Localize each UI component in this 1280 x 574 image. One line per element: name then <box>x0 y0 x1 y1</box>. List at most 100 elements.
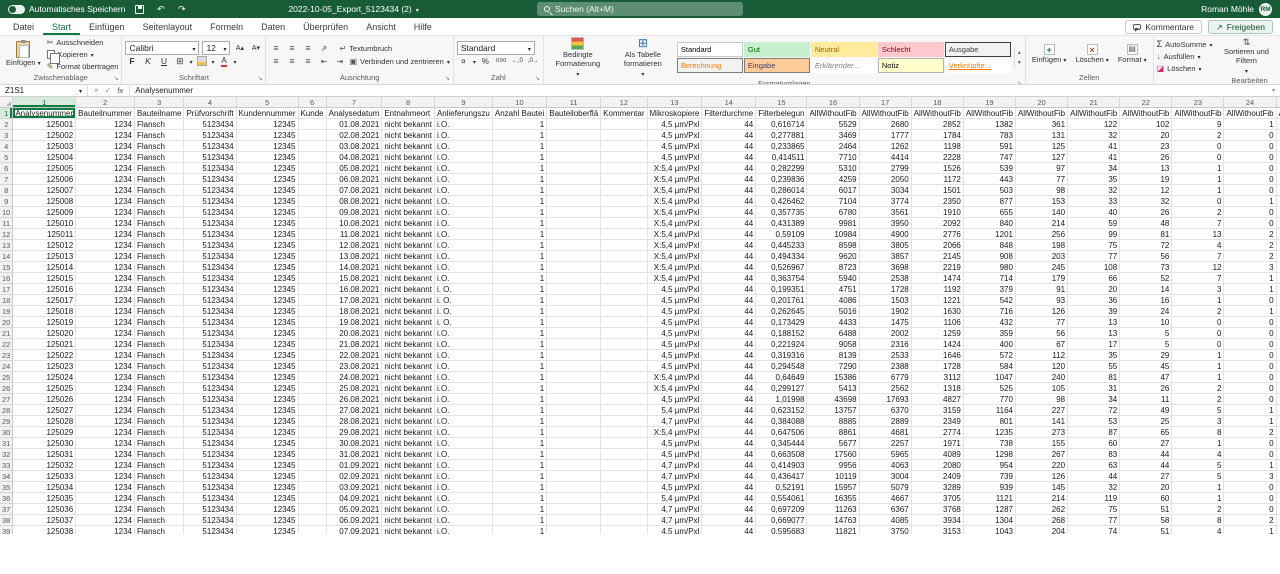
undo-button[interactable] <box>154 3 167 16</box>
cell[interactable]: 145 <box>1016 482 1068 493</box>
cell[interactable]: 2799 <box>860 163 912 174</box>
cell[interactable]: i.O. <box>435 449 493 460</box>
cell[interactable]: 1 <box>1172 163 1224 174</box>
cell[interactable]: 5123434 <box>184 526 236 534</box>
cell[interactable]: 1 <box>493 405 547 416</box>
cell[interactable]: 125031 <box>13 449 76 460</box>
cell[interactable]: 0 <box>1277 295 1280 306</box>
cell[interactable]: 6367 <box>860 504 912 515</box>
cell[interactable]: nicht bekannt <box>382 482 435 493</box>
cell[interactable]: Flansch <box>135 152 184 163</box>
cell[interactable]: 2 <box>1172 130 1224 141</box>
cell[interactable]: 58 <box>1120 515 1172 526</box>
cell[interactable]: 1474 <box>912 273 964 284</box>
cell[interactable]: 22.08.2021 <box>327 350 383 361</box>
cell[interactable] <box>299 262 327 273</box>
cell[interactable] <box>299 515 327 526</box>
cell[interactable]: 1201 <box>964 229 1016 240</box>
cell[interactable]: 47 <box>1120 372 1172 383</box>
cell[interactable]: AllWithoutFib <box>912 108 964 119</box>
cell[interactable]: 1 <box>493 119 547 130</box>
cell[interactable]: 4,5 µm/Pxl <box>648 141 703 152</box>
cell[interactable]: i.O. <box>435 394 493 405</box>
conditional-formatting-button[interactable]: Bedingte Formatierung <box>547 37 609 79</box>
cell[interactable]: 1 <box>493 207 547 218</box>
cell[interactable]: 125032 <box>13 460 76 471</box>
cell[interactable]: 12345 <box>237 427 299 438</box>
dialog-launcher-icon[interactable] <box>535 73 540 82</box>
cell[interactable]: 0,239836 <box>756 174 807 185</box>
cell[interactable]: Flansch <box>135 119 184 130</box>
cell[interactable]: 4,5 µm/Pxl <box>648 295 703 306</box>
cell[interactable]: 29.08.2021 <box>327 427 383 438</box>
row-header[interactable]: 30 <box>0 427 13 438</box>
cell[interactable]: 542 <box>964 295 1016 306</box>
cell[interactable]: 1382 <box>964 119 1016 130</box>
cell[interactable]: 908 <box>964 251 1016 262</box>
cell[interactable]: 1 <box>1224 306 1276 317</box>
cell[interactable]: 44 <box>702 218 756 229</box>
cell[interactable]: 0 <box>1224 152 1276 163</box>
cell[interactable]: 11263 <box>807 504 859 515</box>
cell[interactable]: 126 <box>1016 471 1068 482</box>
cell[interactable]: Flansch <box>135 141 184 152</box>
cell[interactable]: 5123434 <box>184 185 236 196</box>
dialog-launcher-icon[interactable] <box>1017 78 1022 85</box>
cell[interactable] <box>601 526 647 534</box>
cell[interactable]: 7710 <box>807 152 859 163</box>
cell[interactable]: i.O. <box>435 372 493 383</box>
cell[interactable]: 8861 <box>807 427 859 438</box>
cell[interactable]: 1 <box>493 427 547 438</box>
cut-button[interactable]: Ausschneiden <box>47 37 119 48</box>
increase-decimal-button[interactable] <box>511 55 524 68</box>
cell[interactable]: Flansch <box>135 526 184 534</box>
column-header[interactable]: 12 <box>601 97 647 108</box>
style-chip[interactable]: Ausgabe <box>945 42 1011 57</box>
cell[interactable]: 2464 <box>807 141 859 152</box>
cell[interactable]: 1 <box>1277 427 1280 438</box>
cell[interactable]: 5413 <box>807 383 859 394</box>
cell[interactable]: 5,4 µm/Pxl <box>648 493 703 504</box>
cell[interactable]: i. O. <box>435 317 493 328</box>
cell[interactable]: 1 <box>493 372 547 383</box>
cell[interactable]: 1 <box>493 229 547 240</box>
cell[interactable]: nicht bekannt <box>382 152 435 163</box>
cell[interactable]: i.O. <box>435 515 493 526</box>
cell[interactable]: 10 <box>1120 317 1172 328</box>
font-size-select[interactable]: 12 <box>202 41 230 55</box>
row-header[interactable]: 38 <box>0 515 13 526</box>
cell[interactable]: Flansch <box>135 438 184 449</box>
cell[interactable]: 67 <box>1016 339 1068 350</box>
cell[interactable]: 12345 <box>237 460 299 471</box>
cell[interactable]: 1 <box>493 438 547 449</box>
cell[interactable]: 1234 <box>76 251 135 262</box>
cell[interactable]: 06.08.2021 <box>327 174 383 185</box>
cell[interactable]: 12345 <box>237 163 299 174</box>
cell[interactable]: 81 <box>1120 229 1172 240</box>
cell[interactable]: 1 <box>1224 460 1276 471</box>
cell[interactable]: 0 <box>1224 317 1276 328</box>
cell[interactable]: 0 <box>1224 394 1276 405</box>
cell[interactable]: 0 <box>1277 284 1280 295</box>
bold-button[interactable]: F <box>125 55 138 68</box>
cell[interactable]: 10.08.2021 <box>327 218 383 229</box>
dialog-launcher-icon[interactable] <box>113 73 118 82</box>
cell[interactable] <box>547 482 601 493</box>
thousands-separator-button[interactable] <box>495 55 508 68</box>
cell[interactable]: 27 <box>1120 471 1172 482</box>
cell[interactable]: 20.08.2021 <box>327 328 383 339</box>
cell[interactable]: i.O. <box>435 174 493 185</box>
cell[interactable]: X:5,4 µm/Pxl <box>648 163 703 174</box>
cell[interactable]: 0,173429 <box>756 317 807 328</box>
column-header[interactable]: 10 <box>493 97 547 108</box>
cell[interactable]: nicht bekannt <box>382 218 435 229</box>
column-header[interactable]: 11 <box>547 97 601 108</box>
cell[interactable]: 0,199351 <box>756 284 807 295</box>
cell[interactable]: 18.08.2021 <box>327 306 383 317</box>
cell[interactable]: 4,5 µm/Pxl <box>648 284 703 295</box>
cell[interactable]: 31 <box>1068 383 1120 394</box>
column-header[interactable]: 3 <box>135 97 184 108</box>
cell[interactable] <box>547 515 601 526</box>
cell[interactable]: 32 <box>1068 185 1120 196</box>
cell[interactable] <box>601 504 647 515</box>
